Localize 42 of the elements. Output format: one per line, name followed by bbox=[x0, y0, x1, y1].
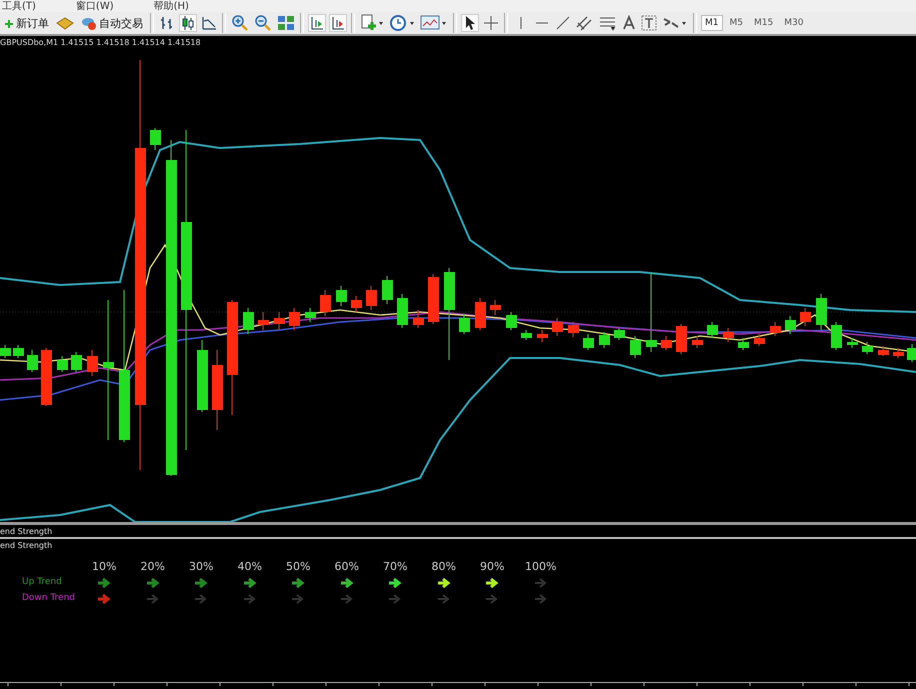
percent-label: 70% bbox=[382, 560, 408, 573]
template-icon[interactable] bbox=[420, 14, 448, 32]
percent-label: 80% bbox=[430, 560, 457, 573]
clock-icon[interactable] bbox=[389, 14, 415, 32]
percent-label: 50% bbox=[285, 560, 312, 573]
text-label-icon[interactable] bbox=[641, 15, 657, 31]
timeframe-button[interactable]: M1 bbox=[702, 16, 722, 30]
text-tool-icon[interactable] bbox=[622, 15, 636, 31]
toolbar-button[interactable]: 新订单 bbox=[2, 14, 51, 32]
bar-chart-icon[interactable] bbox=[159, 15, 175, 31]
percent-label: 60% bbox=[334, 560, 360, 573]
auto-scroll-icon[interactable] bbox=[309, 15, 325, 31]
percent-label: 20% bbox=[140, 560, 166, 573]
zoom-in-icon[interactable] bbox=[231, 14, 249, 32]
channel-icon[interactable] bbox=[576, 15, 594, 31]
timeframe-button[interactable]: M30 bbox=[781, 16, 806, 30]
indicator-title: end Strength bbox=[0, 526, 52, 536]
crosshair-icon[interactable] bbox=[483, 15, 499, 31]
trendline-icon[interactable] bbox=[555, 15, 571, 31]
percent-label: 90% bbox=[479, 560, 506, 573]
zoom-out-icon[interactable] bbox=[254, 14, 272, 32]
indicator-title: end Strength bbox=[0, 541, 54, 550]
percent-label: 10% bbox=[91, 560, 118, 573]
trend-label: Down Trend bbox=[21, 593, 76, 605]
timeframe-button[interactable]: M15 bbox=[751, 16, 776, 30]
plus-icon bbox=[4, 17, 14, 29]
add-indicator-icon[interactable] bbox=[360, 14, 384, 32]
toolbar-button[interactable]: 自动交易 bbox=[79, 14, 145, 32]
menu-item[interactable]: 帮助(H) bbox=[154, 0, 189, 12]
menu-item[interactable]: 工具(T) bbox=[2, 0, 36, 12]
percent-label: 30% bbox=[188, 560, 214, 573]
timeframe-button[interactable]: M5 bbox=[726, 16, 746, 30]
line-chart-icon[interactable] bbox=[201, 15, 217, 31]
candlestick-icon[interactable] bbox=[180, 15, 196, 31]
trend-label: Up Trend bbox=[21, 577, 63, 589]
chart-shift-icon[interactable] bbox=[330, 15, 346, 31]
tile-windows-icon[interactable] bbox=[277, 15, 295, 31]
menu-item[interactable]: 窗口(W) bbox=[76, 0, 114, 12]
percent-label: 40% bbox=[236, 560, 263, 573]
cursor-icon[interactable] bbox=[462, 15, 478, 31]
percent-label: 100% bbox=[524, 560, 558, 573]
chart-symbol-label: GBPUSDbo,M1 1.41515 1.41518 1.41514 1.41518 bbox=[0, 38, 201, 47]
